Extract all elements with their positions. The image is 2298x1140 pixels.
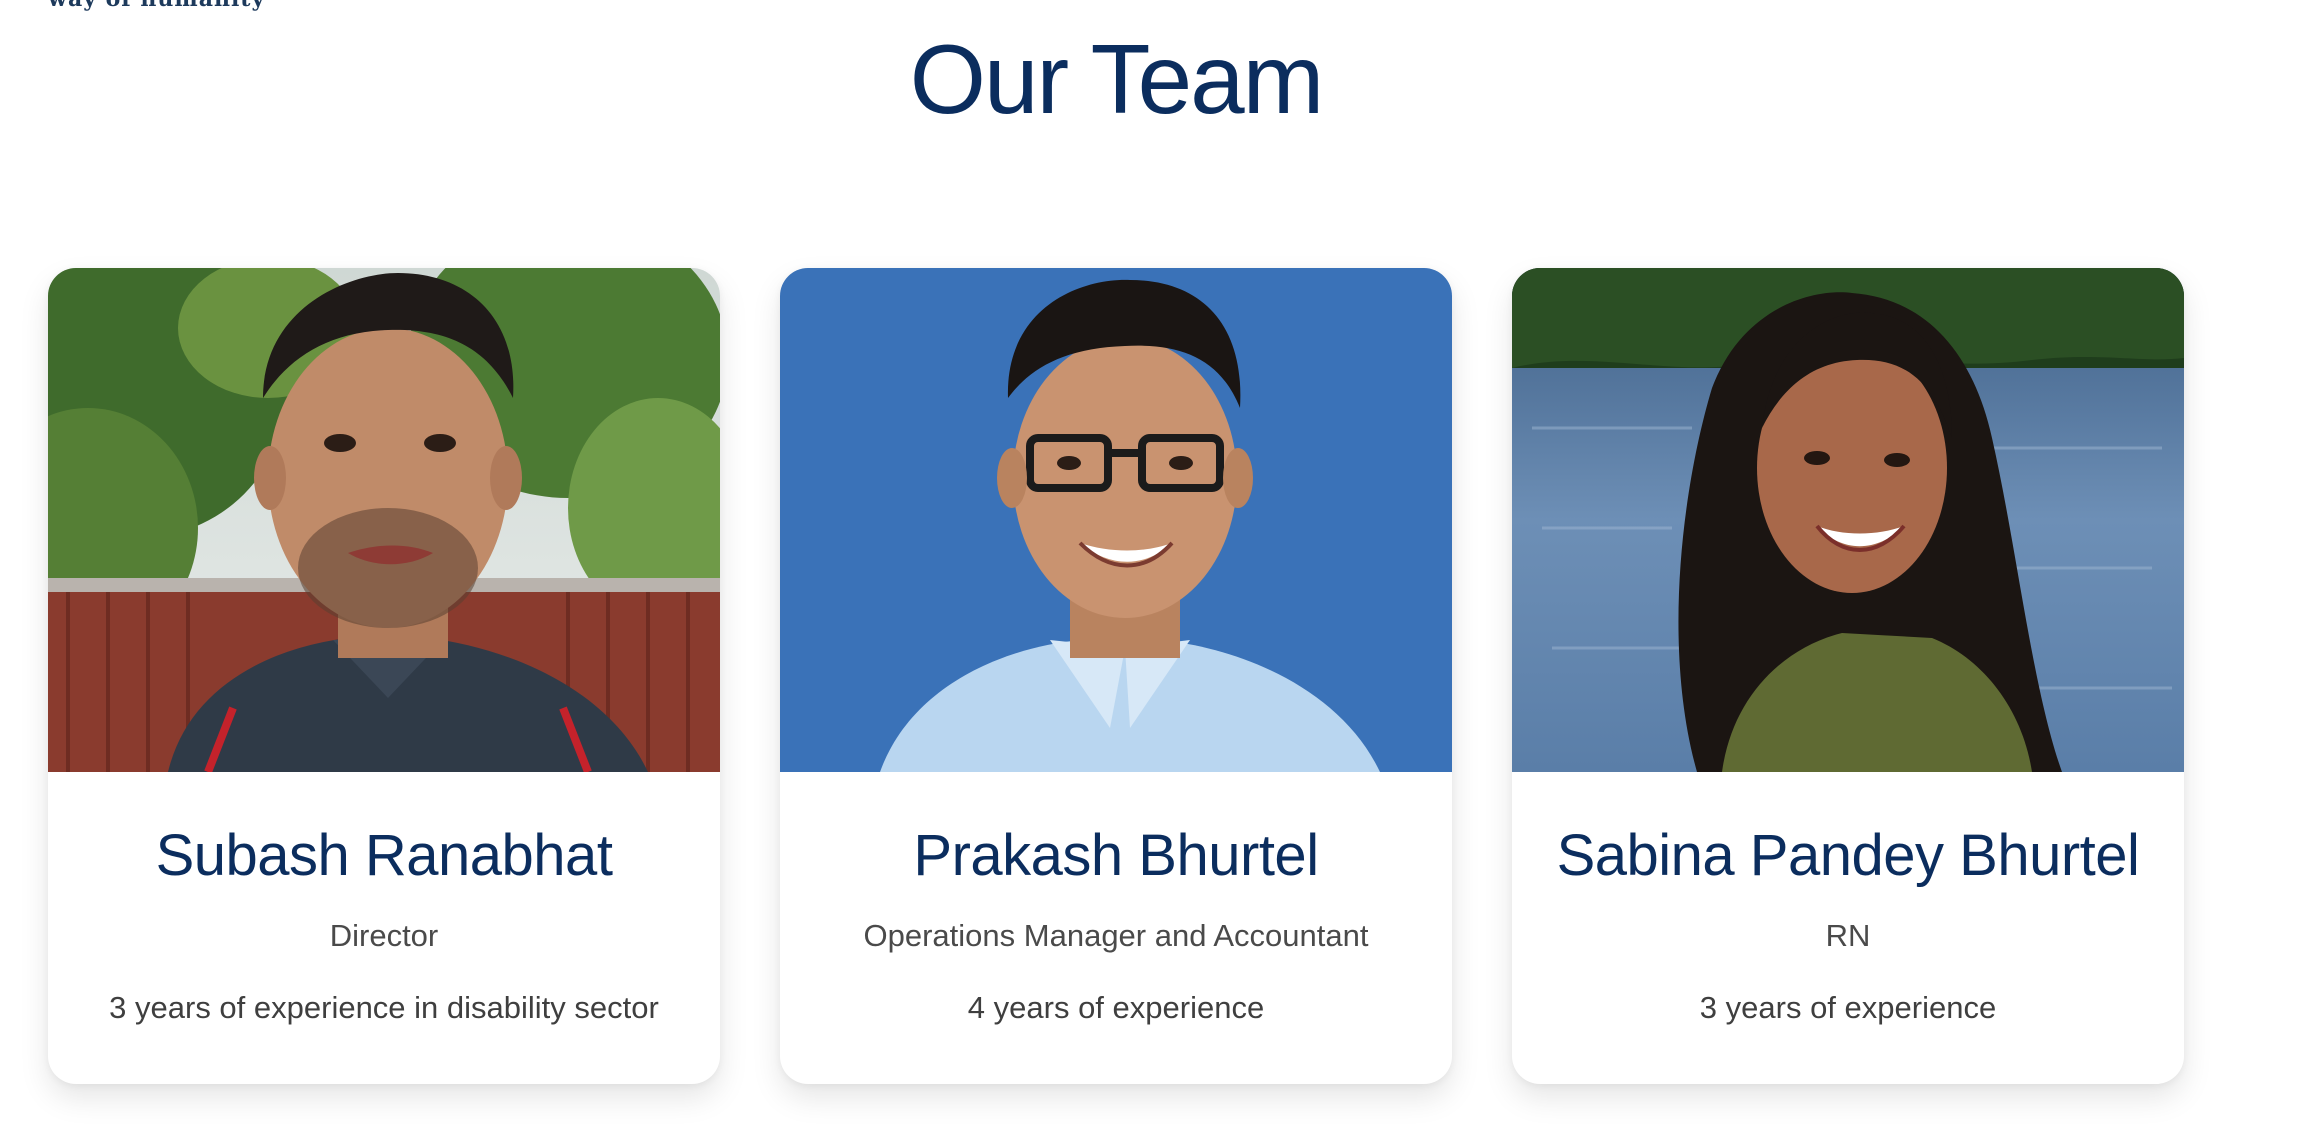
member-experience: 3 years of experience in disability sect…: [109, 989, 659, 1025]
team-card-body: Subash Ranabhat Director 3 years of expe…: [48, 772, 720, 1026]
team-card-body: Sabina Pandey Bhurtel RN 3 years of expe…: [1512, 772, 2184, 1026]
team-page: way of humanity Our Team: [0, 0, 2298, 1140]
member-experience: 4 years of experience: [967, 989, 1265, 1025]
logo-tagline: way of humanity: [48, 0, 265, 12]
member-name: Subash Ranabhat: [155, 823, 613, 888]
team-card-subash: Subash Ranabhat Director 3 years of expe…: [48, 268, 720, 1084]
member-role: Director: [329, 917, 439, 953]
member-name: Sabina Pandey Bhurtel: [1556, 823, 2140, 888]
portrait-photo-icon: [48, 268, 720, 772]
member-role: Operations Manager and Accountant: [863, 917, 1369, 953]
portrait-photo-sabina: [1512, 268, 2184, 772]
portrait-photo-subash: [48, 268, 720, 772]
portrait-photo-icon: [780, 268, 1452, 772]
team-card-body: Prakash Bhurtel Operations Manager and A…: [780, 772, 1452, 1026]
portrait-photo-prakash: [780, 268, 1452, 772]
team-card-sabina: Sabina Pandey Bhurtel RN 3 years of expe…: [1512, 268, 2184, 1084]
member-name: Prakash Bhurtel: [913, 823, 1319, 888]
portrait-photo-icon: [1512, 268, 2184, 772]
team-card-prakash: Prakash Bhurtel Operations Manager and A…: [780, 268, 1452, 1084]
team-cards: Subash Ranabhat Director 3 years of expe…: [48, 268, 2184, 1084]
member-role: RN: [1825, 917, 1871, 953]
member-experience: 3 years of experience: [1699, 989, 1997, 1025]
section-title: Our Team: [909, 24, 1324, 134]
